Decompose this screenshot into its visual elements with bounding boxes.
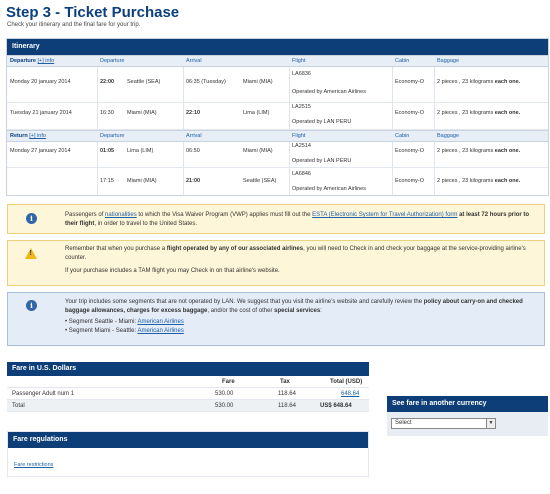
currency-select[interactable]: Select ▼ — [391, 418, 496, 429]
currency-panel: See fare in another currency Select ▼ — [387, 396, 548, 436]
flight-operator: Operated by LAN PERU — [292, 158, 352, 164]
arr-time: 06:50 — [186, 148, 200, 154]
fare-passenger-row: Passenger Adult num 1 530.00 118.64 648.… — [7, 388, 369, 400]
passenger-tax: 118.64 — [278, 391, 296, 397]
fare-header-row: Fare Tax Total (USD) — [7, 376, 369, 388]
arr-time: 22:10 — [186, 110, 201, 116]
cabin: Economy-O — [395, 110, 425, 116]
total-fare: 530.00 — [215, 403, 234, 409]
flight-number: LA2515 — [292, 104, 311, 110]
page-title: Step 3 - Ticket Purchase — [6, 4, 180, 21]
cabin: Economy-O — [395, 79, 425, 85]
col-cabin: Cabin — [395, 58, 410, 64]
currency-select-value: Select — [395, 420, 412, 426]
warning-icon: ! — [25, 248, 37, 259]
segments-notice: i Your trip includes some segments that … — [7, 292, 545, 346]
dep-city: Miami (MIA) — [127, 110, 157, 116]
flight-number: LA2514 — [292, 143, 311, 149]
col-flight: Flight — [292, 58, 306, 64]
fare-title: Fare in U.S. Dollars — [7, 362, 369, 376]
esta-link[interactable]: ESTA (Electronic System for Travel Autho… — [312, 212, 457, 218]
baggage: 2 pieces , 23 kilograms each one. — [437, 178, 521, 184]
col-baggage: Baggage — [437, 133, 460, 139]
checkin-notice: ! Remember that when you purchase a flig… — [7, 240, 545, 286]
dep-city: Lima (LIM) — [127, 148, 154, 154]
cabin: Economy-O — [395, 178, 425, 184]
checkin-notice-text: Remember that when you purchase a flight… — [65, 246, 526, 274]
flight-row: Monday 20 january 2014 22:00 Seattle (SE… — [7, 67, 548, 103]
fare-total-row: Total 530.00 118.64 US$ 648.64 — [7, 400, 369, 412]
chevron-down-icon[interactable]: ▼ — [486, 419, 495, 428]
arr-time: 06:35 (Tuesday) — [186, 79, 226, 85]
arr-city: Miami (MIA) — [243, 148, 273, 154]
dep-time: 16:30 — [100, 110, 114, 116]
flight-row: 17:15 Miami (MIA) 21:00 Seattle (SEA) LA… — [7, 168, 548, 196]
flight-date: Monday 27 january 2014 — [10, 148, 71, 154]
total-label: Total — [12, 403, 25, 409]
col-tax: Tax — [280, 379, 290, 385]
col-baggage: Baggage — [437, 58, 460, 64]
total-tax: 118.64 — [278, 403, 296, 409]
dep-time: 22:00 — [100, 79, 115, 85]
itinerary-title: Itinerary — [7, 39, 548, 55]
fare-restrictions-link[interactable]: Fare restrictions — [14, 462, 53, 468]
passenger-fare: 530.00 — [215, 391, 234, 397]
flight-operator: Operated by LAN PERU — [292, 119, 352, 125]
outbound-header: Departure [+] info Departure Arrival Fli… — [7, 55, 548, 67]
info-icon: i — [26, 300, 37, 311]
visa-notice: i Passengers of nationalities to which t… — [7, 204, 545, 234]
cabin: Economy-O — [395, 148, 425, 154]
departure-header-label: Departure — [10, 58, 36, 64]
segments-notice-text: Your trip includes some segments that ar… — [65, 299, 523, 334]
arr-city: Lima (LIM) — [243, 110, 270, 116]
passenger-total-link[interactable]: 648.64 — [341, 391, 359, 397]
col-flight: Flight — [292, 133, 306, 139]
flight-row: Monday 27 january 2014 01:05 Lima (LIM) … — [7, 142, 548, 168]
flight-number: LA6846 — [292, 171, 311, 177]
dep-city: Seattle (SEA) — [127, 79, 161, 85]
passenger-label: Passenger Adult num 1 — [12, 391, 75, 397]
arr-city: Seattle (SEA) — [243, 178, 277, 184]
flight-operator: Operated by American Airlines — [292, 186, 366, 192]
flight-operator: Operated by American Airlines — [292, 89, 366, 95]
arr-time: 21:00 — [186, 178, 201, 184]
col-cabin: Cabin — [395, 133, 410, 139]
itinerary-panel: Itinerary Departure [+] info Departure A… — [6, 38, 549, 196]
return-info-link[interactable]: [+] info — [29, 133, 46, 139]
col-arrival: Arrival — [186, 133, 202, 139]
total-value: US$ 648.64 — [320, 403, 352, 409]
dep-city: Miami (MIA) — [127, 178, 157, 184]
flight-date: Tuesday 21 january 2014 — [10, 110, 72, 116]
dep-time: 17:15 — [100, 178, 114, 184]
return-header-label: Return — [10, 133, 28, 139]
currency-title: See fare in another currency — [387, 396, 548, 412]
departure-info-link[interactable]: [+] info — [38, 58, 55, 64]
col-departure: Departure — [100, 58, 125, 64]
page-subtitle: Check your itinerary and the final fare … — [7, 22, 141, 28]
baggage: 2 pieces , 23 kilograms each one. — [437, 79, 521, 85]
baggage: 2 pieces , 23 kilograms each one. — [437, 110, 521, 116]
col-departure: Departure — [100, 133, 125, 139]
fare-panel: Fare in U.S. Dollars Fare Tax Total (USD… — [7, 362, 369, 422]
return-header: Return [+] info Departure Arrival Flight… — [7, 130, 548, 142]
info-icon: i — [26, 213, 37, 224]
segment1-airline-link[interactable]: American Airlines — [137, 319, 183, 325]
flight-row: Tuesday 21 january 2014 16:30 Miami (MIA… — [7, 103, 548, 130]
baggage: 2 pieces , 23 kilograms each one. — [437, 148, 521, 154]
flight-number: LA6836 — [292, 71, 311, 77]
arr-city: Miami (MIA) — [243, 79, 273, 85]
col-fare: Fare — [222, 379, 235, 385]
flight-date: Monday 20 january 2014 — [10, 79, 71, 85]
nationalities-link[interactable]: nationalities — [105, 212, 137, 218]
visa-notice-text: Passengers of nationalities to which the… — [65, 212, 530, 227]
segment2-airline-link[interactable]: American Airlines — [137, 328, 183, 334]
dep-time: 01:05 — [100, 148, 115, 154]
col-arrival: Arrival — [186, 58, 202, 64]
regulations-panel: Fare regulations Fare restrictions — [7, 431, 369, 477]
col-total: Total (USD) — [330, 379, 363, 385]
regulations-title: Fare regulations — [8, 432, 368, 448]
